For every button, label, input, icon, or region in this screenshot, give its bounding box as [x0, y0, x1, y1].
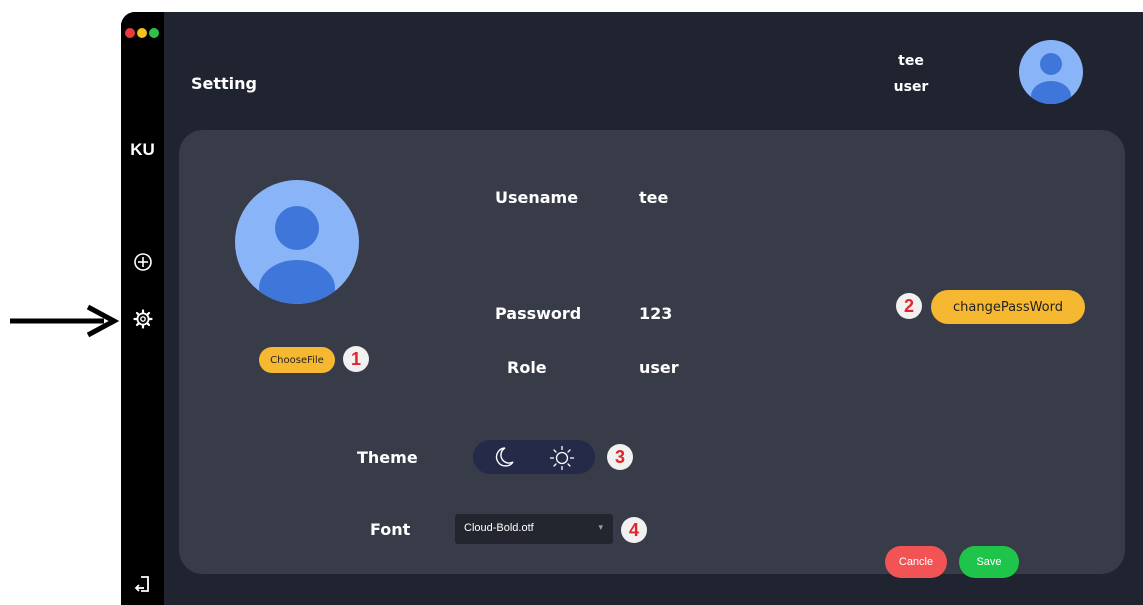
- annotation-badge-1: 1: [343, 346, 369, 372]
- font-selected-value: Cloud-Bold.otf: [464, 522, 534, 534]
- annotation-badge-3: 3: [607, 444, 633, 470]
- minimize-window-button[interactable]: [137, 28, 147, 38]
- choose-file-button[interactable]: ChooseFile: [259, 347, 335, 373]
- header-user-info: tee user: [881, 48, 941, 100]
- close-window-button[interactable]: [125, 28, 135, 38]
- save-button[interactable]: Save: [959, 546, 1019, 578]
- logout-icon[interactable]: [133, 574, 153, 594]
- font-select[interactable]: Cloud-Bold.otf ▾: [455, 514, 613, 544]
- sun-icon[interactable]: [549, 445, 575, 471]
- user-icon: [1031, 53, 1071, 104]
- maximize-window-button[interactable]: [149, 28, 159, 38]
- moon-icon[interactable]: [491, 445, 515, 469]
- app-window: KU Setting tee user ChooseFile 1 Usename…: [121, 12, 1143, 605]
- user-icon: [259, 206, 335, 304]
- profile-avatar: [235, 180, 359, 304]
- password-label: Password: [495, 304, 582, 323]
- header-username: tee: [898, 53, 924, 69]
- username-label: Usename: [495, 188, 579, 207]
- annotation-arrow: [10, 304, 120, 338]
- header-avatar[interactable]: [1019, 40, 1083, 104]
- annotation-badge-4: 4: [621, 517, 647, 543]
- annotation-badge-2: 2: [896, 293, 922, 319]
- header-role: user: [893, 79, 929, 95]
- change-password-button[interactable]: changePassWord: [931, 290, 1085, 324]
- add-icon[interactable]: [133, 252, 153, 272]
- role-value: user: [639, 358, 679, 377]
- password-value: 123: [639, 304, 673, 323]
- gear-icon[interactable]: [133, 309, 153, 329]
- theme-toggle[interactable]: [473, 440, 595, 474]
- brand-logo: KU: [130, 140, 155, 159]
- role-label: Role: [507, 358, 547, 377]
- cancel-button[interactable]: Cancle: [885, 546, 947, 578]
- username-value: tee: [639, 188, 669, 207]
- settings-panel: ChooseFile 1 Usename tee Password 123 Ro…: [179, 130, 1125, 578]
- sidebar: KU: [121, 12, 164, 605]
- chevron-down-icon: ▾: [598, 522, 603, 532]
- font-label: Font: [370, 520, 411, 539]
- page-title: Setting: [191, 74, 257, 93]
- theme-label: Theme: [357, 448, 418, 467]
